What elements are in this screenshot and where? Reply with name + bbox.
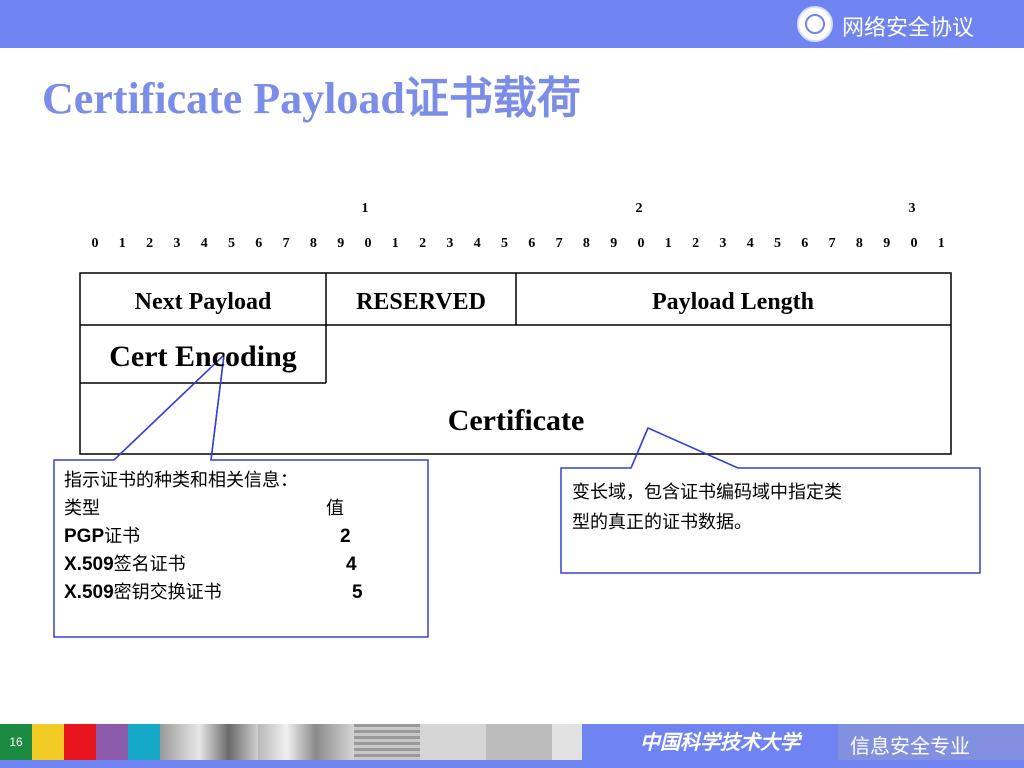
cert-type-value: 5 (352, 582, 363, 603)
cert-type-bold: X.509 (64, 554, 114, 575)
major-label: 信息安全专业 (850, 734, 970, 758)
cert-type-bold: PGP (64, 526, 105, 547)
decorative-image-tile (552, 724, 582, 760)
decorative-image-tile (160, 724, 258, 760)
payload-diagram: Next Payload RESERVED Payload Length Cer… (53, 272, 981, 638)
page-number: 16 (0, 724, 32, 760)
callout-right-line: 型的真正的证书数据。 (572, 512, 752, 533)
footer-bar: 16 中国科学技术大学 信息安全专业 (0, 724, 1024, 768)
payload-length-field: Payload Length (652, 289, 814, 315)
university-name: 中国科学技术大学 (640, 730, 800, 754)
list-item: X.509密钥交换证书 5 (64, 579, 424, 607)
decorative-image-tile (420, 724, 486, 760)
reserved-field: RESERVED (356, 289, 486, 315)
major-label-box: 信息安全专业 (838, 724, 1024, 760)
decorative-image-tile (486, 724, 552, 760)
callout-left: 指示证书的种类和相关信息： 类型 值 PGP证书 2 X.509签名证书 4 X… (64, 467, 424, 607)
cert-type-bold: X.509 (64, 582, 114, 603)
list-item: X.509签名证书 4 (64, 551, 424, 579)
callout-right-line: 变长域，包含证书编码域中指定类 (572, 482, 842, 503)
decorative-image-tile (354, 724, 420, 760)
cert-type-value: 4 (346, 554, 357, 575)
callout-left-header-row: 类型 值 (64, 495, 424, 523)
list-item: PGP证书 2 (64, 523, 424, 551)
decorative-image-tile (258, 724, 354, 760)
footer-strip (0, 760, 1024, 768)
cert-type-rest: 签名证书 (113, 554, 186, 575)
col-value-label: 值 (326, 498, 344, 519)
certificate-field: Certificate (448, 404, 585, 437)
color-tile (96, 724, 128, 760)
cert-type-rest: 证书 (104, 526, 141, 547)
cert-type-rest: 密钥交换证书 (113, 582, 222, 603)
color-tile (32, 724, 64, 760)
col-type-label: 类型 (64, 498, 100, 519)
next-payload-field: Next Payload (135, 289, 272, 315)
cert-type-value: 2 (340, 526, 351, 547)
cert-encoding-field: Cert Encoding (109, 340, 297, 373)
callout-left-heading: 指示证书的种类和相关信息： (64, 470, 298, 491)
callout-right: 变长域，包含证书编码域中指定类 型的真正的证书数据。 (572, 478, 967, 538)
color-tile (128, 724, 160, 760)
color-tile (64, 724, 96, 760)
